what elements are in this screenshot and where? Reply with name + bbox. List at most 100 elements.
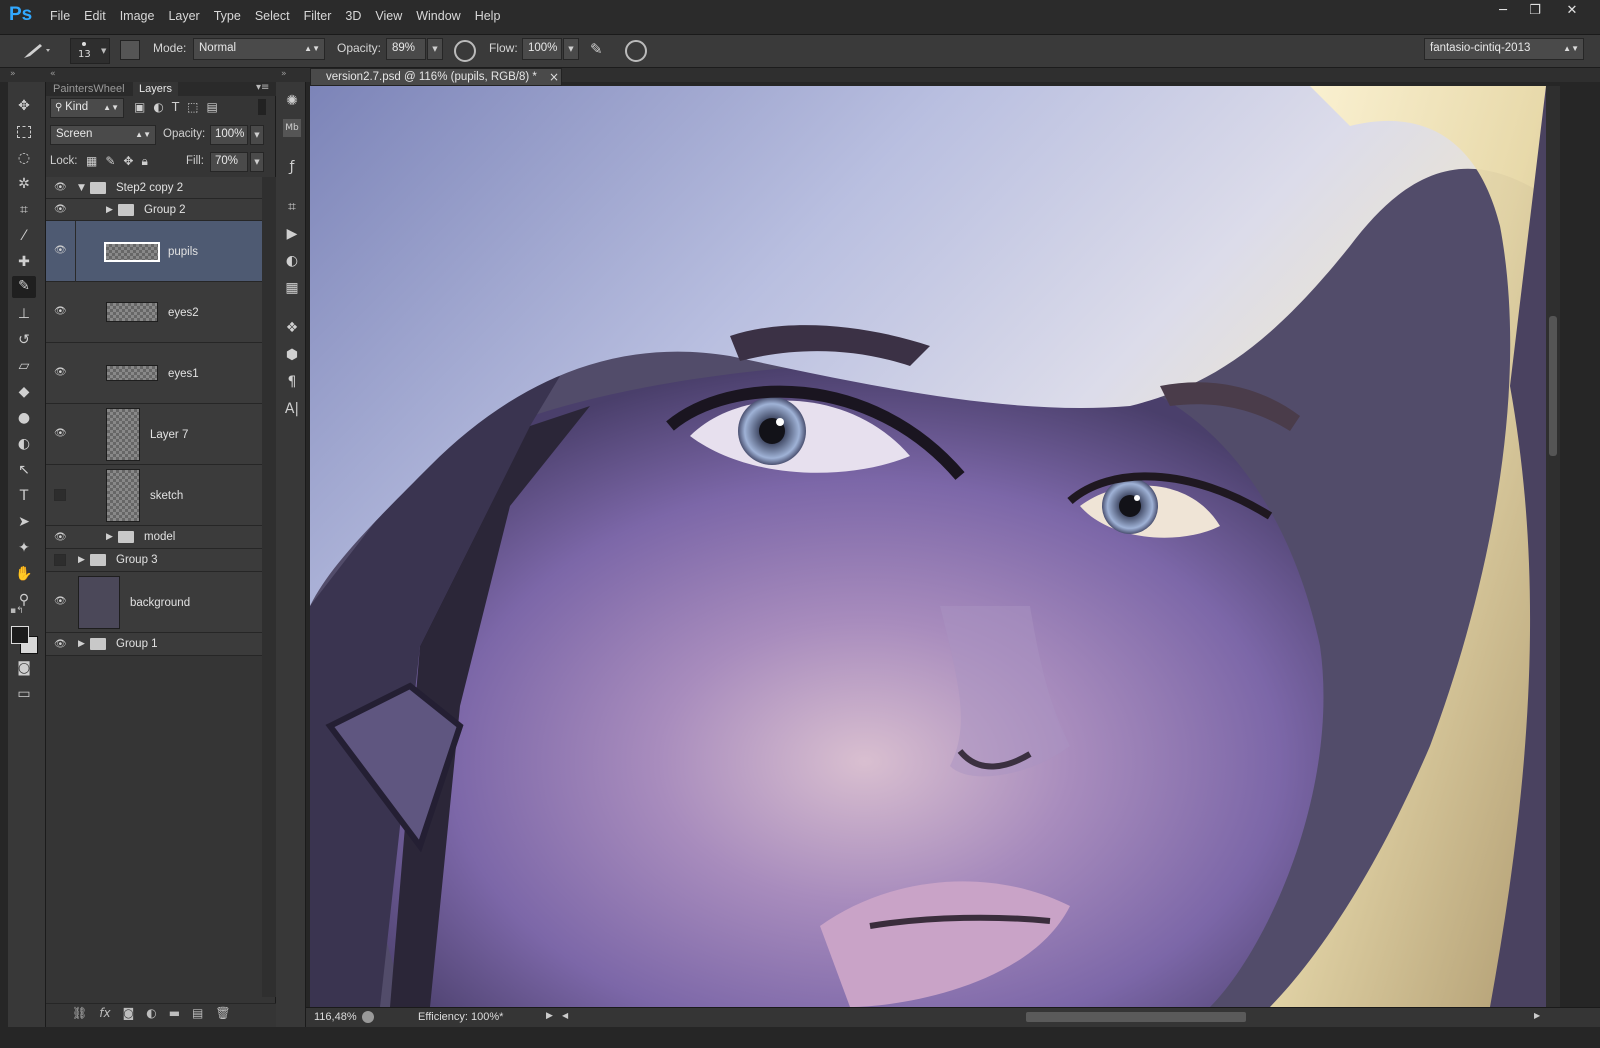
- smart-object-filter-icon[interactable]: ▤: [207, 100, 218, 116]
- mixer-brush-icon[interactable]: Mb: [283, 119, 301, 137]
- visibility-eye-icon[interactable]: 👁︎: [54, 532, 68, 543]
- history-brush-tool-icon[interactable]: ↺: [14, 330, 34, 350]
- zoom-level[interactable]: 116,48%: [314, 1011, 357, 1023]
- visibility-eye-icon[interactable]: 👁︎: [54, 596, 68, 607]
- trash-icon[interactable]: 🗑︎: [215, 1006, 230, 1020]
- document-tab[interactable]: version2.7.psd @ 116% (pupils, RGB/8) * …: [310, 68, 562, 86]
- paragraph-icon[interactable]: ¶: [283, 373, 301, 391]
- visibility-eye-icon[interactable]: 👁︎: [54, 245, 68, 256]
- visibility-eye-icon[interactable]: 👁︎: [54, 182, 68, 193]
- layer-row-background[interactable]: 👁︎ background: [46, 572, 262, 633]
- eyedropper-tool-icon[interactable]: ⁄: [14, 226, 34, 246]
- horizontal-scroll-thumb[interactable]: [1026, 1012, 1246, 1022]
- painterswheel-icon[interactable]: ✺: [283, 92, 301, 110]
- expand-panels-icon[interactable]: »: [281, 69, 287, 79]
- layers-scrollbar[interactable]: [262, 177, 276, 997]
- menu-help[interactable]: Help: [475, 9, 511, 23]
- layer-row-model[interactable]: 👁︎ ▶ model: [46, 526, 262, 549]
- dodge-tool-icon[interactable]: ◐: [14, 434, 34, 454]
- layer-row-step2-copy-2[interactable]: 👁︎ ▼ Step2 copy 2: [46, 177, 262, 199]
- layer-row-eyes2[interactable]: 👁︎ eyes2: [46, 282, 262, 343]
- layer-row-group-1[interactable]: 👁︎ ▶ Group 1: [46, 633, 262, 656]
- menu-edit[interactable]: Edit: [84, 9, 116, 23]
- 3d-cube-icon[interactable]: ⬢: [283, 346, 301, 364]
- visibility-eye-icon[interactable]: 👁︎: [54, 306, 68, 317]
- document-canvas[interactable]: [310, 86, 1546, 1007]
- custom-shape-tool-icon[interactable]: ✦: [14, 538, 34, 558]
- menu-layer[interactable]: Layer: [168, 9, 209, 23]
- visibility-toggle-off[interactable]: [54, 554, 66, 566]
- clone-stamp-tool-icon[interactable]: ⊥: [14, 304, 34, 324]
- fill-input[interactable]: 70%: [210, 152, 248, 172]
- layer-filter-select[interactable]: ⚲ Kind ▲▼: [50, 98, 124, 118]
- menu-window[interactable]: Window: [416, 9, 470, 23]
- layer-row-sketch[interactable]: sketch: [46, 465, 262, 526]
- move-tool-icon[interactable]: ✥: [14, 96, 34, 116]
- collapse-toolbox-icon[interactable]: »: [10, 69, 16, 79]
- type-tool-icon[interactable]: T: [14, 486, 34, 506]
- styles-fx-icon[interactable]: ƒ: [283, 158, 301, 176]
- scroll-right-icon[interactable]: ▶: [1534, 1011, 1540, 1020]
- brush-panel-toggle-icon[interactable]: [120, 40, 140, 60]
- layer-row-layer-7[interactable]: 👁︎ Layer 7: [46, 404, 262, 465]
- visibility-eye-icon[interactable]: 👁︎: [54, 204, 68, 215]
- path-selection-tool-icon[interactable]: ➤: [14, 512, 34, 532]
- group-expanded-icon[interactable]: ▼: [78, 183, 85, 193]
- menu-select[interactable]: Select: [255, 9, 300, 23]
- close-window-button[interactable]: ✕: [1555, 0, 1589, 22]
- adjustment-icon[interactable]: ◐: [146, 1006, 156, 1020]
- crop-tool-icon[interactable]: ⌗: [14, 200, 34, 220]
- flow-dropdown-button[interactable]: ▼: [563, 38, 579, 60]
- healing-brush-tool-icon[interactable]: ✚: [14, 252, 34, 272]
- adjustments-icon[interactable]: ◐: [283, 252, 301, 270]
- layer-opacity-input[interactable]: 100%: [210, 125, 248, 145]
- restore-button[interactable]: ❐: [1518, 0, 1552, 22]
- scroll-left-icon[interactable]: ◀: [562, 1011, 568, 1020]
- blur-tool-icon[interactable]: ●: [14, 408, 34, 428]
- brush-tool-preset-picker[interactable]: [20, 40, 54, 62]
- menu-image[interactable]: Image: [120, 9, 165, 23]
- layer-row-pupils[interactable]: 👁︎ pupils: [46, 221, 262, 282]
- screen-mode-icon[interactable]: ▭: [14, 684, 34, 704]
- proof-icon[interactable]: [362, 1011, 374, 1023]
- layer-row-group-3[interactable]: ▶ Group 3: [46, 549, 262, 572]
- paint-bucket-tool-icon[interactable]: ◆: [14, 382, 34, 402]
- close-document-icon[interactable]: ×: [549, 70, 559, 84]
- visibility-eye-icon[interactable]: 👁︎: [54, 367, 68, 378]
- layer-row-eyes1[interactable]: 👁︎ eyes1: [46, 343, 262, 404]
- menu-view[interactable]: View: [375, 9, 412, 23]
- properties-icon[interactable]: ▦: [283, 279, 301, 297]
- scroll-thumb[interactable]: [1549, 316, 1557, 456]
- opacity-dropdown-button[interactable]: ▼: [427, 38, 443, 60]
- quick-mask-icon[interactable]: ◙: [14, 658, 34, 678]
- fx-icon[interactable]: fx: [99, 1006, 110, 1020]
- actions-play-icon[interactable]: ▶: [283, 225, 301, 243]
- group-collapsed-icon[interactable]: ▶: [78, 639, 85, 649]
- mode-select[interactable]: Normal ▲▼: [193, 38, 325, 60]
- lasso-tool-icon[interactable]: ◌: [14, 148, 34, 168]
- flow-input[interactable]: 100%: [522, 38, 562, 60]
- menu-3d[interactable]: 3D: [345, 9, 371, 23]
- foreground-color-swatch[interactable]: [11, 626, 29, 644]
- channels-icon[interactable]: ❖: [283, 319, 301, 337]
- panel-menu-icon[interactable]: ▾≡: [256, 82, 269, 93]
- eraser-tool-icon[interactable]: ▱: [14, 356, 34, 376]
- visibility-toggle-off[interactable]: [54, 489, 66, 501]
- magic-wand-tool-icon[interactable]: ✲: [14, 174, 34, 194]
- tab-layers[interactable]: Layers: [133, 82, 179, 96]
- menu-type[interactable]: Type: [214, 9, 251, 23]
- lock-transparency-icon[interactable]: ▦: [86, 154, 97, 169]
- menu-filter[interactable]: Filter: [304, 9, 342, 23]
- minimize-button[interactable]: ─: [1486, 0, 1520, 22]
- visibility-eye-icon[interactable]: 👁︎: [54, 428, 68, 439]
- paths-icon[interactable]: ⌗: [283, 198, 301, 216]
- marquee-tool-icon[interactable]: [14, 122, 34, 142]
- canvas-vertical-scrollbar[interactable]: [1546, 86, 1560, 1007]
- blend-mode-select[interactable]: Screen ▲▼: [50, 125, 156, 145]
- pixel-filter-icon[interactable]: ▣: [134, 100, 145, 116]
- brush-tool-icon[interactable]: ✎: [12, 276, 36, 298]
- opacity-input[interactable]: 89%: [386, 38, 426, 60]
- new-group-icon[interactable]: ▬: [169, 1006, 180, 1020]
- pen-tool-icon[interactable]: ↖: [14, 460, 34, 480]
- airbrush-icon[interactable]: ✎: [590, 40, 612, 60]
